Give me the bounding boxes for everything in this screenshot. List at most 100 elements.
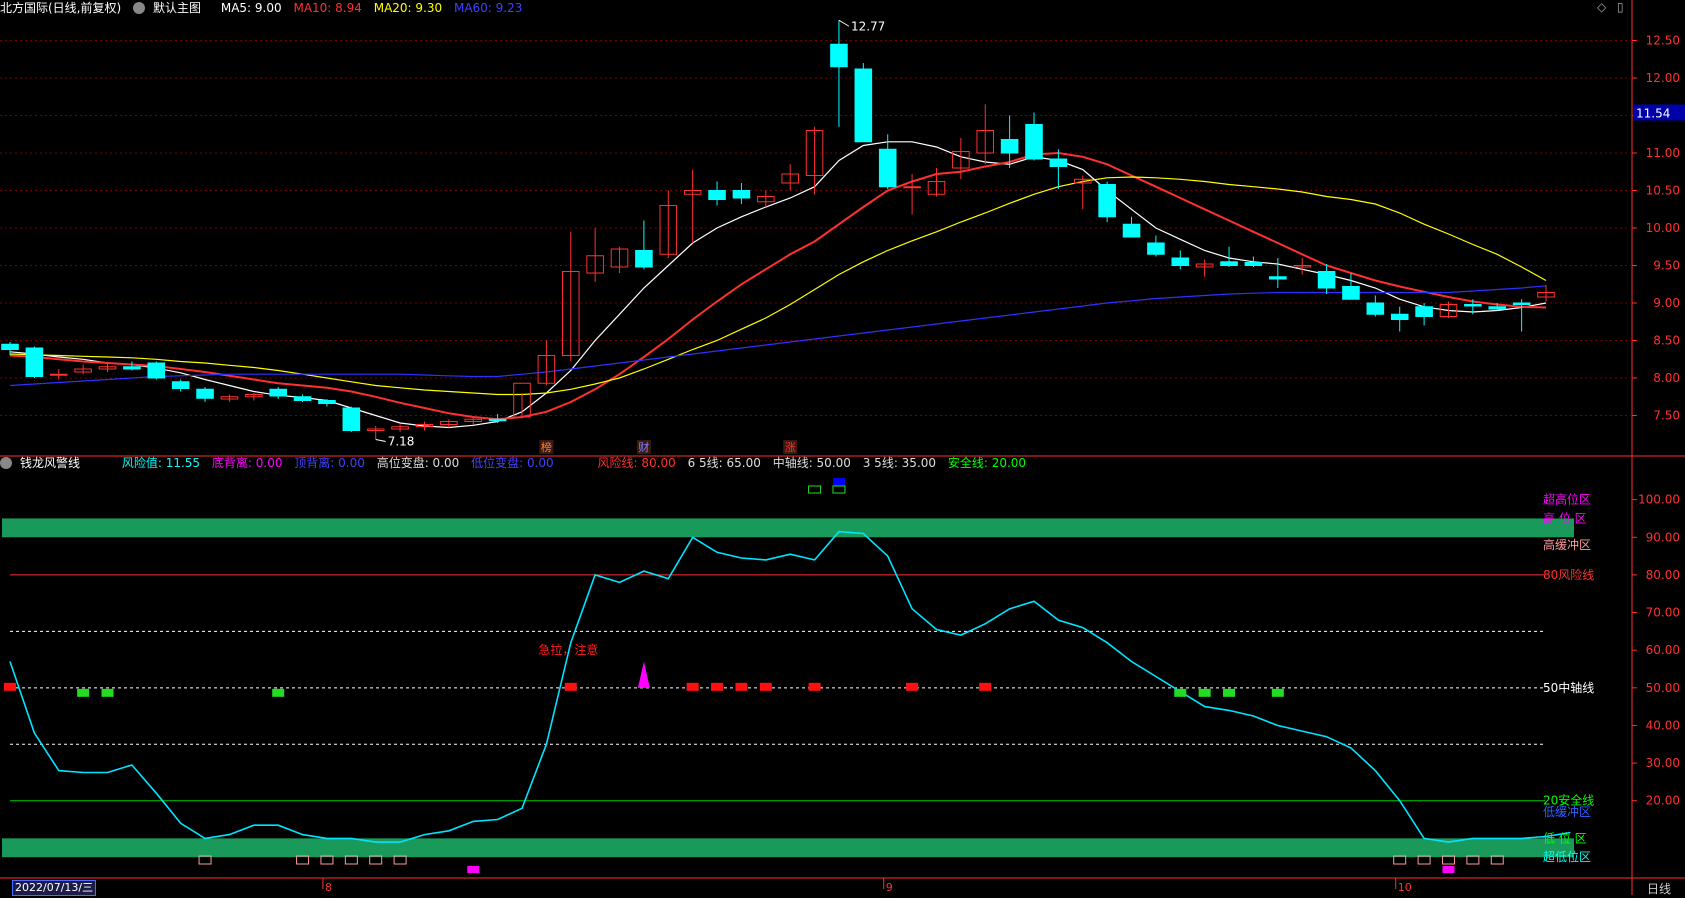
risk-value: 风险值: 11.55 (121, 456, 201, 470)
hollow-signal-marker (1490, 855, 1504, 865)
period-label[interactable]: 日线 (1647, 880, 1671, 897)
red-signal-marker (808, 682, 821, 691)
candle-down (732, 190, 751, 199)
hollow-signal-marker (1466, 855, 1480, 865)
indicator-header: 钱龙风警线 风险值: 11.55 底背离: 0.00 顶背离: 0.00 高位变… (0, 455, 1034, 471)
price-tick-label: 12.50 (1646, 34, 1680, 48)
settings-circle-icon[interactable] (0, 457, 12, 469)
settings-circle-icon[interactable] (133, 2, 146, 14)
price-tick-label: 8.50 (1653, 334, 1680, 348)
candle-down (196, 388, 214, 399)
event-marker-label: 涨 (785, 441, 796, 454)
hollow-signal-marker (1417, 855, 1431, 865)
candle-down (1269, 276, 1287, 280)
candle-down (171, 381, 190, 389)
ma10-value: MA10: 8.94 (293, 1, 362, 15)
candle-down (1342, 286, 1360, 300)
candle-up (49, 373, 68, 376)
stock-title[interactable]: 北方国际(日线,前复权) (0, 1, 121, 15)
main-chart-selector[interactable]: 默认主图 (133, 1, 209, 15)
price-tick-label: 10.00 (1646, 221, 1680, 235)
magenta-signal-marker (467, 866, 480, 873)
candle-down (1220, 261, 1238, 266)
candle-down (1488, 306, 1507, 310)
candle-down (1390, 313, 1409, 320)
candle-down (318, 400, 336, 404)
candle-down (830, 43, 848, 68)
price-tick-label: 12.00 (1646, 71, 1680, 85)
zone-label: 50中轴线 (1543, 680, 1594, 695)
candle-down (1122, 223, 1141, 238)
bottom-divergence: 底背离: 0.00 (211, 456, 283, 470)
candle-down (1025, 124, 1043, 160)
green-signal-marker (1271, 688, 1284, 697)
diamond-icon[interactable]: ◇ (1597, 0, 1606, 14)
red-signal-marker (686, 682, 699, 691)
blue-signal-marker (832, 478, 845, 486)
green-signal-marker (77, 688, 90, 697)
indicator-tick-label: 80.00 (1646, 568, 1680, 582)
red-signal-marker (564, 682, 577, 691)
candle-down (708, 190, 726, 200)
red-signal-marker (4, 682, 16, 691)
candle-down (1098, 184, 1116, 218)
candle-up (903, 186, 921, 189)
line-35: 3 5线: 35.00 (862, 456, 937, 470)
cursor-date: 2022/07/13/三 (12, 880, 97, 896)
red-signal-marker (906, 682, 919, 691)
red-signal-marker (759, 682, 772, 691)
hollow-signal-marker (1393, 855, 1407, 865)
hollow-signal-marker (393, 855, 407, 865)
price-tick-label: 8.00 (1653, 371, 1680, 385)
high-price-label: 12.77 (851, 19, 885, 33)
zone-label: 高缓冲区 (1543, 537, 1591, 552)
chart-canvas[interactable]: 12.5012.0011.5011.0010.5010.009.509.008.… (0, 0, 1685, 895)
candle-down (1464, 304, 1482, 307)
indicator-tick-label: 60.00 (1646, 643, 1680, 657)
month-tick-label: 10 (1398, 881, 1412, 894)
candle-down (293, 396, 312, 401)
candle-down (1366, 302, 1385, 315)
candle-down (1, 343, 19, 350)
pull-up-arrow (637, 661, 650, 688)
indicator-tick-label: 90.00 (1646, 530, 1680, 544)
last-price-label: 11.54 (1636, 107, 1670, 121)
green-hollow-marker (832, 485, 846, 494)
hollow-signal-marker (296, 855, 310, 865)
candle-down (342, 407, 361, 431)
candle-down (1415, 306, 1433, 317)
window-icon[interactable]: ▯ (1617, 0, 1624, 14)
low-reversal: 低位变盘: 0.00 (471, 456, 554, 470)
low-price-label: 7.18 (388, 435, 415, 449)
stock-chart[interactable]: 12.5012.0011.5011.0010.5010.009.509.008.… (0, 0, 1685, 897)
risk-value-line (9, 530, 1571, 843)
red-signal-marker (979, 682, 992, 691)
candle-down (1512, 302, 1531, 305)
candle-down (488, 418, 507, 422)
zone-band (2, 518, 1574, 538)
candle-down (1317, 271, 1336, 289)
indicator-selector[interactable]: 钱龙风警线 (0, 456, 110, 470)
green-signal-marker (1174, 688, 1187, 697)
candle-down (269, 388, 287, 397)
top-divergence: 顶背离: 0.00 (294, 456, 365, 470)
green-hollow-marker (808, 485, 822, 494)
event-marker-label: 财 (638, 440, 649, 454)
candle-down (123, 366, 141, 370)
indicator-tick-label: 30.00 (1646, 756, 1680, 770)
indicator-name: 钱龙风警线 (20, 456, 81, 470)
candle-down (1171, 257, 1190, 266)
indicator-tick-label: 100.00 (1638, 493, 1680, 507)
month-tick-label: 8 (325, 881, 332, 894)
line-65: 6 5线: 65.00 (687, 456, 761, 470)
candle-down (147, 362, 166, 379)
indicator-tick-label: 70.00 (1646, 606, 1680, 620)
ma-line-ma5 (9, 141, 1547, 429)
zone-label: 超高位区 (1543, 492, 1591, 507)
green-signal-marker (272, 688, 285, 697)
high-reversal: 高位变盘: 0.00 (376, 456, 460, 470)
zone-label: 低缓冲区 (1543, 804, 1591, 819)
hollow-signal-marker (344, 855, 358, 865)
indicator-tick-label: 50.00 (1646, 681, 1680, 695)
red-signal-marker (735, 682, 748, 691)
